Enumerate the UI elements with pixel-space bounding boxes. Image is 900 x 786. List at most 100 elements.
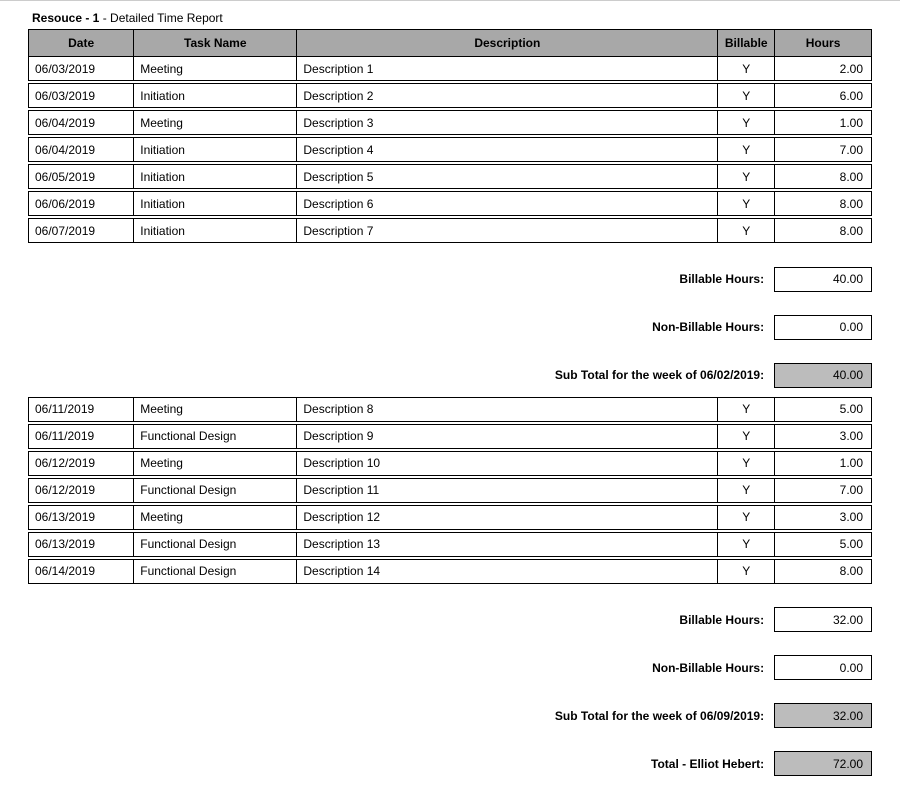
cell-description: Description 3 (297, 111, 718, 135)
cell-hours: 8.00 (775, 192, 872, 216)
cell-description: Description 1 (297, 57, 718, 81)
table-row: 06/04/2019MeetingDescription 3Y1.00 (29, 111, 872, 135)
cell-task: Initiation (134, 165, 297, 189)
week1-summary: Billable Hours: 40.00 Non-Billable Hours… (28, 243, 872, 388)
cell-task: Functional Design (134, 559, 297, 583)
cell-description: Description 8 (297, 397, 718, 421)
summary-row: Sub Total for the week of 06/09/2019: 32… (28, 704, 872, 728)
cell-task: Meeting (134, 451, 297, 475)
subtotal-label: Sub Total for the week of 06/02/2019: (28, 363, 775, 387)
cell-hours: 8.00 (775, 219, 872, 243)
cell-task: Initiation (134, 138, 297, 162)
subtotal-value: 32.00 (775, 704, 872, 728)
cell-hours: 2.00 (775, 57, 872, 81)
cell-date: 06/11/2019 (29, 424, 134, 448)
summary-row: Billable Hours: 40.00 (28, 267, 872, 291)
summary-row: Sub Total for the week of 06/02/2019: 40… (28, 363, 872, 387)
col-header-date: Date (29, 30, 134, 57)
cell-billable: Y (718, 559, 775, 583)
cell-task: Meeting (134, 397, 297, 421)
cell-hours: 7.00 (775, 478, 872, 502)
cell-date: 06/05/2019 (29, 165, 134, 189)
cell-task: Meeting (134, 57, 297, 81)
col-header-hours: Hours (775, 30, 872, 57)
cell-date: 06/13/2019 (29, 532, 134, 556)
grand-total-value: 72.00 (775, 752, 872, 776)
billable-hours-label: Billable Hours: (28, 267, 775, 291)
col-header-billable: Billable (718, 30, 775, 57)
cell-task: Meeting (134, 111, 297, 135)
time-report-table-week2: 06/11/2019MeetingDescription 8Y5.0006/11… (28, 397, 872, 584)
cell-date: 06/03/2019 (29, 57, 134, 81)
cell-billable: Y (718, 138, 775, 162)
cell-description: Description 4 (297, 138, 718, 162)
cell-description: Description 2 (297, 84, 718, 108)
table-row: 06/13/2019Functional DesignDescription 1… (29, 532, 872, 556)
title-sep: - (99, 11, 110, 25)
time-report-table-week1: Date Task Name Description Billable Hour… (28, 29, 872, 243)
cell-date: 06/12/2019 (29, 451, 134, 475)
cell-task: Functional Design (134, 478, 297, 502)
cell-description: Description 14 (297, 559, 718, 583)
cell-description: Description 12 (297, 505, 718, 529)
cell-billable: Y (718, 532, 775, 556)
table-row: 06/13/2019MeetingDescription 12Y3.00 (29, 505, 872, 529)
col-header-description: Description (297, 30, 718, 57)
table-row: 06/06/2019InitiationDescription 6Y8.00 (29, 192, 872, 216)
cell-date: 06/14/2019 (29, 559, 134, 583)
cell-description: Description 13 (297, 532, 718, 556)
cell-date: 06/04/2019 (29, 111, 134, 135)
cell-billable: Y (718, 192, 775, 216)
cell-date: 06/06/2019 (29, 192, 134, 216)
subtotal-value: 40.00 (775, 363, 872, 387)
nonbillable-hours-value: 0.00 (775, 315, 872, 339)
cell-billable: Y (718, 219, 775, 243)
table-row: 06/03/2019InitiationDescription 2Y6.00 (29, 84, 872, 108)
cell-task: Functional Design (134, 532, 297, 556)
cell-billable: Y (718, 397, 775, 421)
table-row: 06/03/2019MeetingDescription 1Y2.00 (29, 57, 872, 81)
cell-billable: Y (718, 111, 775, 135)
cell-description: Description 9 (297, 424, 718, 448)
cell-hours: 7.00 (775, 138, 872, 162)
cell-date: 06/04/2019 (29, 138, 134, 162)
cell-task: Initiation (134, 84, 297, 108)
summary-row: Total - Elliot Hebert: 72.00 (28, 752, 872, 776)
summary-row: Non-Billable Hours: 0.00 (28, 315, 872, 339)
grand-total-label: Total - Elliot Hebert: (28, 752, 775, 776)
table-row: 06/12/2019Functional DesignDescription 1… (29, 478, 872, 502)
cell-billable: Y (718, 165, 775, 189)
cell-task: Functional Design (134, 424, 297, 448)
cell-billable: Y (718, 451, 775, 475)
cell-description: Description 7 (297, 219, 718, 243)
cell-date: 06/03/2019 (29, 84, 134, 108)
cell-date: 06/11/2019 (29, 397, 134, 421)
cell-task: Initiation (134, 219, 297, 243)
cell-hours: 1.00 (775, 451, 872, 475)
cell-date: 06/13/2019 (29, 505, 134, 529)
cell-description: Description 6 (297, 192, 718, 216)
col-header-task: Task Name (134, 30, 297, 57)
cell-billable: Y (718, 478, 775, 502)
title-suffix: Detailed Time Report (110, 11, 223, 25)
cell-description: Description 10 (297, 451, 718, 475)
cell-hours: 3.00 (775, 424, 872, 448)
table-header-row: Date Task Name Description Billable Hour… (29, 30, 872, 57)
nonbillable-hours-value: 0.00 (775, 656, 872, 680)
title-prefix: Resouce - 1 (32, 11, 99, 25)
cell-hours: 8.00 (775, 165, 872, 189)
table-row: 06/12/2019MeetingDescription 10Y1.00 (29, 451, 872, 475)
cell-date: 06/07/2019 (29, 219, 134, 243)
table-row: 06/11/2019Functional DesignDescription 9… (29, 424, 872, 448)
table-row: 06/04/2019InitiationDescription 4Y7.00 (29, 138, 872, 162)
cell-description: Description 5 (297, 165, 718, 189)
cell-task: Meeting (134, 505, 297, 529)
cell-billable: Y (718, 84, 775, 108)
cell-hours: 3.00 (775, 505, 872, 529)
cell-billable: Y (718, 424, 775, 448)
cell-description: Description 11 (297, 478, 718, 502)
table-row: 06/05/2019InitiationDescription 5Y8.00 (29, 165, 872, 189)
billable-hours-value: 40.00 (775, 267, 872, 291)
billable-hours-label: Billable Hours: (28, 608, 775, 632)
cell-hours: 5.00 (775, 532, 872, 556)
